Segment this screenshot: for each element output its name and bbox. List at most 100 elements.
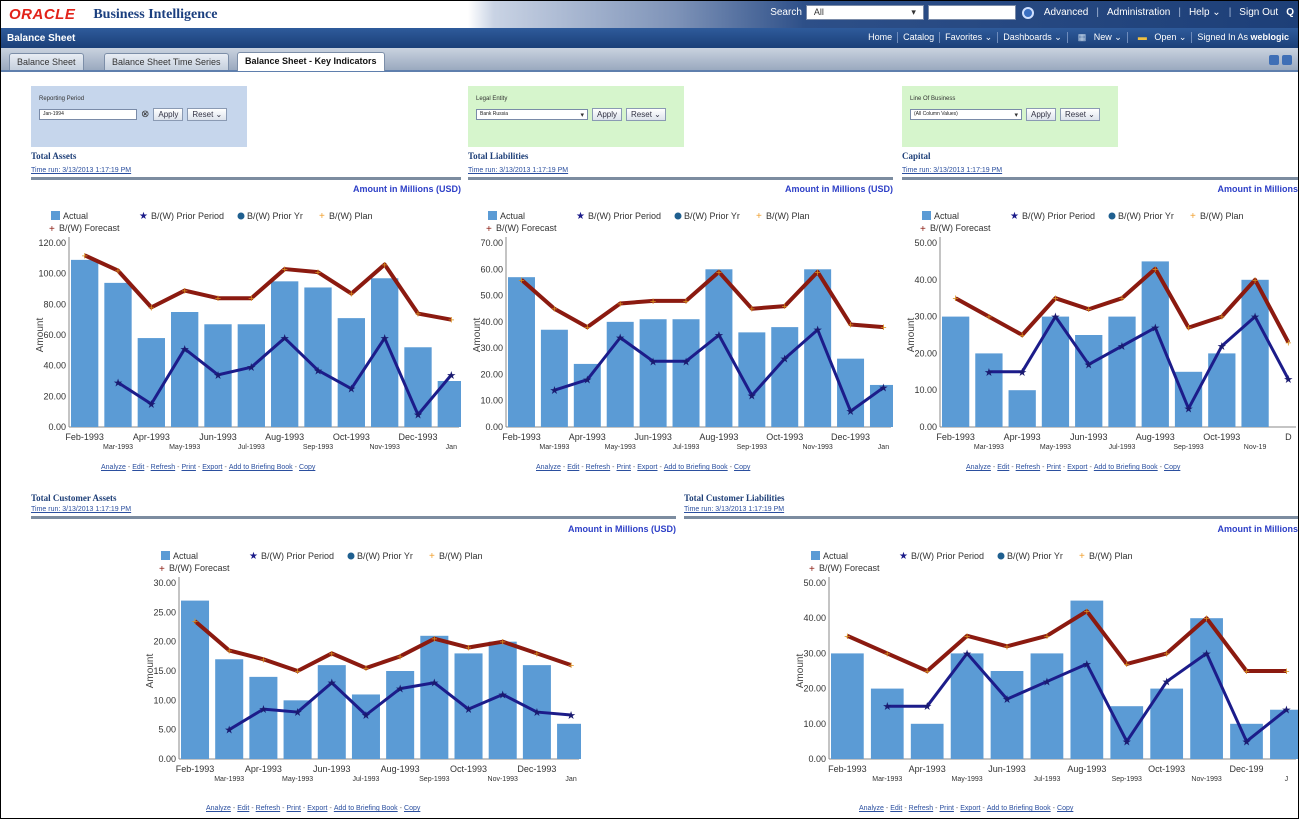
prior-period-point[interactable]: ★ — [1117, 341, 1127, 353]
prior-period-point[interactable]: ★ — [1002, 694, 1012, 706]
line-of-business-select[interactable]: (All Column Values) ▾ — [910, 109, 1022, 120]
prior-period-point[interactable]: ★ — [1082, 659, 1092, 671]
copy-link[interactable]: Copy — [734, 464, 750, 471]
prior-period-point[interactable]: ★ — [984, 367, 994, 379]
tab-balance-sheet-time-series[interactable]: Balance Sheet Time Series — [104, 53, 229, 70]
bar-actual[interactable] — [672, 319, 700, 427]
prior-period-point[interactable]: ★ — [714, 330, 724, 342]
bar-actual[interactable] — [104, 282, 132, 427]
signed-in-user[interactable]: weblogic — [1250, 32, 1289, 42]
bar-actual[interactable] — [771, 327, 799, 427]
edit-link[interactable]: Edit — [567, 464, 579, 471]
forecast-point[interactable]: + — [1086, 304, 1092, 316]
forecast-point[interactable]: + — [986, 312, 992, 324]
forecast-point[interactable]: + — [749, 304, 755, 316]
bar-actual[interactable] — [171, 312, 199, 427]
bar-actual[interactable] — [910, 723, 944, 759]
bar-actual[interactable] — [1030, 653, 1064, 759]
time-run-link[interactable]: Time run: 3/13/2013 1:17:19 PM — [31, 167, 131, 174]
favorites-menu[interactable]: Favorites ⌄ — [939, 32, 997, 43]
chart-svg[interactable]: Actual ★ B/(W) Prior Period B/(W) Prior Yr +… — [141, 541, 581, 793]
prior-period-point[interactable]: ★ — [882, 701, 892, 713]
copy-link[interactable]: Copy — [1164, 464, 1180, 471]
prior-period-point[interactable]: ★ — [146, 399, 156, 411]
forecast-point[interactable]: + — [584, 322, 590, 334]
apply-button[interactable]: Apply — [592, 108, 623, 121]
add-to-briefing-book-link[interactable]: Add to Briefing Book — [664, 464, 728, 471]
export-link[interactable]: Export — [1067, 464, 1087, 471]
prior-period-point[interactable]: ★ — [813, 325, 823, 337]
capital-chart[interactable]: Actual ★ B/(W) Prior Period B/(W) Prior Yr +… — [902, 201, 1298, 461]
prior-period-point[interactable]: ★ — [498, 689, 508, 701]
search-icon[interactable]: Q — [1286, 7, 1294, 18]
prior-period-point[interactable]: ★ — [747, 390, 757, 402]
edit-link[interactable]: Edit — [890, 805, 902, 812]
add-to-briefing-book-link[interactable]: Add to Briefing Book — [1094, 464, 1158, 471]
prior-period-point[interactable]: ★ — [1281, 705, 1291, 717]
bar-actual[interactable] — [237, 324, 265, 427]
forecast-point[interactable]: + — [568, 660, 574, 672]
prior-period-point[interactable]: ★ — [224, 725, 234, 737]
copy-link[interactable]: Copy — [299, 464, 315, 471]
bar-actual[interactable] — [304, 287, 332, 427]
edit-link[interactable]: Edit — [997, 464, 1009, 471]
copy-link[interactable]: Copy — [404, 805, 420, 812]
prior-period-point[interactable]: ★ — [879, 383, 889, 395]
home-link[interactable]: Home — [863, 32, 897, 43]
prior-period-point[interactable]: ★ — [346, 384, 356, 396]
prior-period-point[interactable]: ★ — [1242, 736, 1252, 748]
forecast-point[interactable]: + — [181, 286, 187, 298]
forecast-point[interactable]: + — [1152, 264, 1158, 276]
prior-period-point[interactable]: ★ — [380, 333, 390, 345]
dashboards-menu[interactable]: Dashboards ⌄ — [997, 32, 1067, 43]
forecast-point[interactable]: + — [81, 250, 87, 262]
analyze-link[interactable]: Analyze — [206, 805, 231, 812]
chart-svg[interactable]: Actual ★ B/(W) Prior Period B/(W) Prior Yr +… — [791, 541, 1298, 793]
add-to-briefing-book-link[interactable]: Add to Briefing Book — [334, 805, 398, 812]
forecast-point[interactable]: + — [847, 319, 853, 331]
bar-actual[interactable] — [1008, 390, 1036, 427]
forecast-point[interactable]: + — [924, 666, 930, 678]
bar-actual[interactable] — [942, 316, 970, 427]
forecast-point[interactable]: + — [551, 304, 557, 316]
prior-period-point[interactable]: ★ — [213, 370, 223, 382]
forecast-point[interactable]: + — [1004, 641, 1010, 653]
prior-period-point[interactable]: ★ — [1051, 312, 1061, 324]
bar-actual[interactable] — [573, 363, 601, 427]
forecast-point[interactable]: + — [1052, 293, 1058, 305]
forecast-point[interactable]: + — [192, 616, 198, 628]
forecast-point[interactable]: + — [518, 275, 524, 287]
chart-svg[interactable]: Actual ★ B/(W) Prior Period B/(W) Prior Yr +… — [468, 201, 893, 461]
bar-actual[interactable] — [804, 269, 832, 427]
forecast-point[interactable]: + — [844, 631, 850, 643]
prior-period-point[interactable]: ★ — [582, 375, 592, 387]
refresh-link[interactable]: Refresh — [1016, 464, 1041, 471]
prior-period-point[interactable]: ★ — [780, 354, 790, 366]
bar-actual[interactable] — [975, 353, 1003, 427]
print-link[interactable]: Print — [287, 805, 301, 812]
forecast-point[interactable]: + — [281, 264, 287, 276]
forecast-point[interactable]: + — [1252, 275, 1258, 287]
binoculars-icon[interactable]: ⊗ — [141, 109, 149, 120]
forecast-point[interactable]: + — [1124, 659, 1130, 671]
export-link[interactable]: Export — [307, 805, 327, 812]
forecast-point[interactable]: + — [215, 293, 221, 305]
bar-actual[interactable] — [870, 688, 904, 759]
prior-period-point[interactable]: ★ — [1084, 359, 1094, 371]
forecast-point[interactable]: + — [226, 645, 232, 657]
apply-button[interactable]: Apply — [1026, 108, 1057, 121]
print-link[interactable]: Print — [617, 464, 631, 471]
prior-period-point[interactable]: ★ — [280, 333, 290, 345]
bar-actual[interactable] — [831, 653, 864, 759]
bar-actual[interactable] — [557, 723, 581, 759]
prior-period-point[interactable]: ★ — [1250, 312, 1260, 324]
prior-period-point[interactable]: ★ — [258, 704, 268, 716]
prior-period-point[interactable]: ★ — [113, 378, 123, 390]
forecast-point[interactable]: + — [148, 302, 154, 314]
forecast-point[interactable]: + — [315, 267, 321, 279]
forecast-point[interactable]: + — [650, 296, 656, 308]
search-go-icon[interactable] — [1021, 6, 1034, 19]
forecast-point[interactable]: + — [534, 648, 540, 660]
prior-period-point[interactable]: ★ — [846, 406, 856, 418]
bar-actual[interactable] — [540, 329, 568, 427]
